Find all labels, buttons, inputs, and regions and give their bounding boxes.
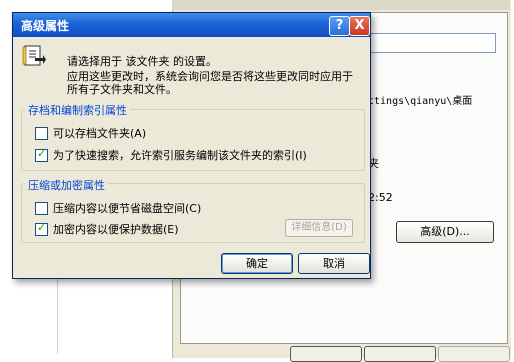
background-location-text: ttings\qianyu\桌面: [368, 96, 473, 107]
archive-checkbox-label[interactable]: 可以存档文件夹(A): [53, 125, 146, 141]
advanced-attributes-dialog: 高级属性 ? X 请选择用于 该文件夹 的设置。 应用这些更改时，系统会询问您是…: [12, 12, 371, 279]
info-text-line-1: 请选择用于 该文件夹 的设置。: [67, 55, 217, 68]
checkmark-icon: ✓: [37, 147, 47, 160]
background-ok-button[interactable]: [290, 346, 362, 362]
cancel-button[interactable]: 取消: [298, 253, 370, 274]
background-folder-name-field[interactable]: [368, 33, 496, 53]
index-checkbox[interactable]: ✓: [35, 147, 48, 162]
ok-button[interactable]: 确定: [221, 253, 293, 274]
background-created-time: 2:52: [368, 191, 393, 204]
help-button[interactable]: ?: [329, 16, 350, 36]
compress-encrypt-group-label: 压缩或加密属性: [25, 177, 108, 193]
archive-index-group-label: 存档和编制索引属性: [25, 102, 130, 118]
background-apply-button[interactable]: [438, 346, 510, 362]
folder-settings-icon: [21, 43, 47, 69]
compress-checkbox-label[interactable]: 压缩内容以便节省磁盘空间(C): [53, 200, 201, 216]
encrypt-checkbox[interactable]: ✓: [35, 221, 48, 236]
info-text-line-3: 所有子文件夹和文件。: [67, 83, 177, 96]
dialog-title: 高级属性: [21, 19, 70, 33]
background-advanced-button[interactable]: 高级(D)...: [396, 221, 494, 243]
title-bar[interactable]: 高级属性 ? X: [13, 13, 370, 37]
archive-checkbox[interactable]: [35, 127, 48, 140]
checkmark-icon: ✓: [37, 221, 47, 234]
background-cancel-button[interactable]: [364, 346, 436, 362]
details-button[interactable]: 详细信息(D): [285, 219, 353, 237]
background-tab-strip: [172, 0, 510, 10]
index-checkbox-label[interactable]: 为了快速搜索，允许索引服务编制该文件夹的索引(I): [53, 147, 307, 163]
encrypt-checkbox-label[interactable]: 加密内容以便保护数据(E): [53, 221, 179, 237]
close-button[interactable]: X: [349, 16, 370, 36]
compress-checkbox[interactable]: [35, 202, 48, 215]
